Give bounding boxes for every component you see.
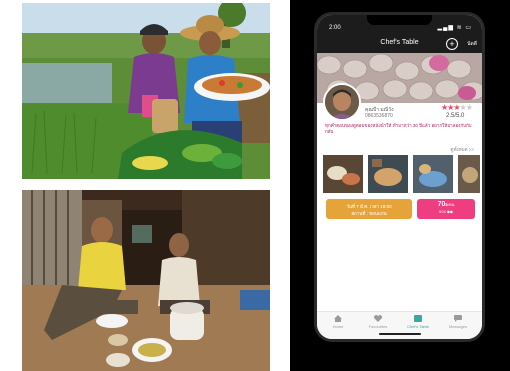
chef-avatar[interactable] <box>323 83 361 121</box>
chef-portrait <box>325 85 359 119</box>
status-time: 2:00 <box>329 25 341 31</box>
food-thumbnail-image <box>323 155 363 193</box>
food-thumbnail[interactable] <box>368 155 408 193</box>
booking-info-button[interactable]: วันที่ 7 มี.ค. เวลา 18:00 สถานที่ : ขอนแ… <box>326 199 412 219</box>
heart-icon <box>374 315 382 322</box>
tab-home[interactable]: Home <box>321 315 355 329</box>
photo-wooden-house <box>22 190 270 371</box>
photo-rice-field <box>22 3 270 179</box>
food-thumbnail[interactable] <box>458 155 480 193</box>
rice-field-scene <box>22 3 270 179</box>
phone-frame: 2:00 ▂▄▆ ≋ ▭ Chef's Table + นัดดี คุณป้า… <box>314 12 485 342</box>
tab-label: Favourites <box>368 324 388 329</box>
food-thumbnail-image <box>458 155 480 193</box>
phone-screen: 2:00 ▂▄▆ ≋ ▭ Chef's Table + นัดดี คุณป้า… <box>317 15 482 339</box>
food-thumbnail[interactable] <box>323 155 363 193</box>
food-thumbnail[interactable] <box>413 155 453 193</box>
house-interior-scene <box>22 190 270 371</box>
home-icon <box>334 315 342 322</box>
booking-date: วันที่ 7 มี.ค. เวลา 18:00 <box>346 204 392 209</box>
book-price-button[interactable]: 70฿/คน 904 ◆◆ <box>417 199 475 219</box>
food-thumbnail-image <box>413 155 453 193</box>
add-button-label[interactable]: นัดดี <box>467 40 477 48</box>
see-all-link[interactable]: ดูทั้งหมด >> <box>451 146 474 153</box>
tab-label: Chef's Table <box>407 324 429 329</box>
chat-bubble-icon <box>454 315 462 322</box>
chef-description: ทุกคำตอนของดูดอมของหนังนำให้ ทำมาหว่า 30… <box>325 123 472 134</box>
rating-stars: ★★★★★ <box>441 103 473 112</box>
tab-label: Messages <box>448 324 468 329</box>
home-indicator <box>379 333 421 335</box>
nav-bar: Chef's Table + นัดดี <box>317 35 482 53</box>
notch <box>367 15 432 25</box>
tab-chefs-table[interactable]: Chef's Table <box>401 315 435 329</box>
price-unit: ฿/คน <box>445 202 455 207</box>
food-thumbnail-image <box>368 155 408 193</box>
price-display: 70฿/คน <box>417 201 475 208</box>
rating-text: 2.5/5.0 <box>446 113 465 119</box>
booking-location: สถานที่ : ขอนแก่น <box>351 211 387 216</box>
table-icon <box>414 315 422 322</box>
tab-messages[interactable]: Messages <box>441 315 475 329</box>
chef-phone: 0863536870 <box>365 113 393 119</box>
tab-label: Home <box>332 324 344 329</box>
star-empty-icon: ★ <box>465 103 473 112</box>
status-indicators: ▂▄▆ ≋ ▭ <box>437 25 472 31</box>
plus-circle-icon[interactable]: + <box>446 38 458 50</box>
tab-favourites[interactable]: Favourites <box>361 315 395 329</box>
price-subtext: 904 ◆◆ <box>439 209 453 214</box>
